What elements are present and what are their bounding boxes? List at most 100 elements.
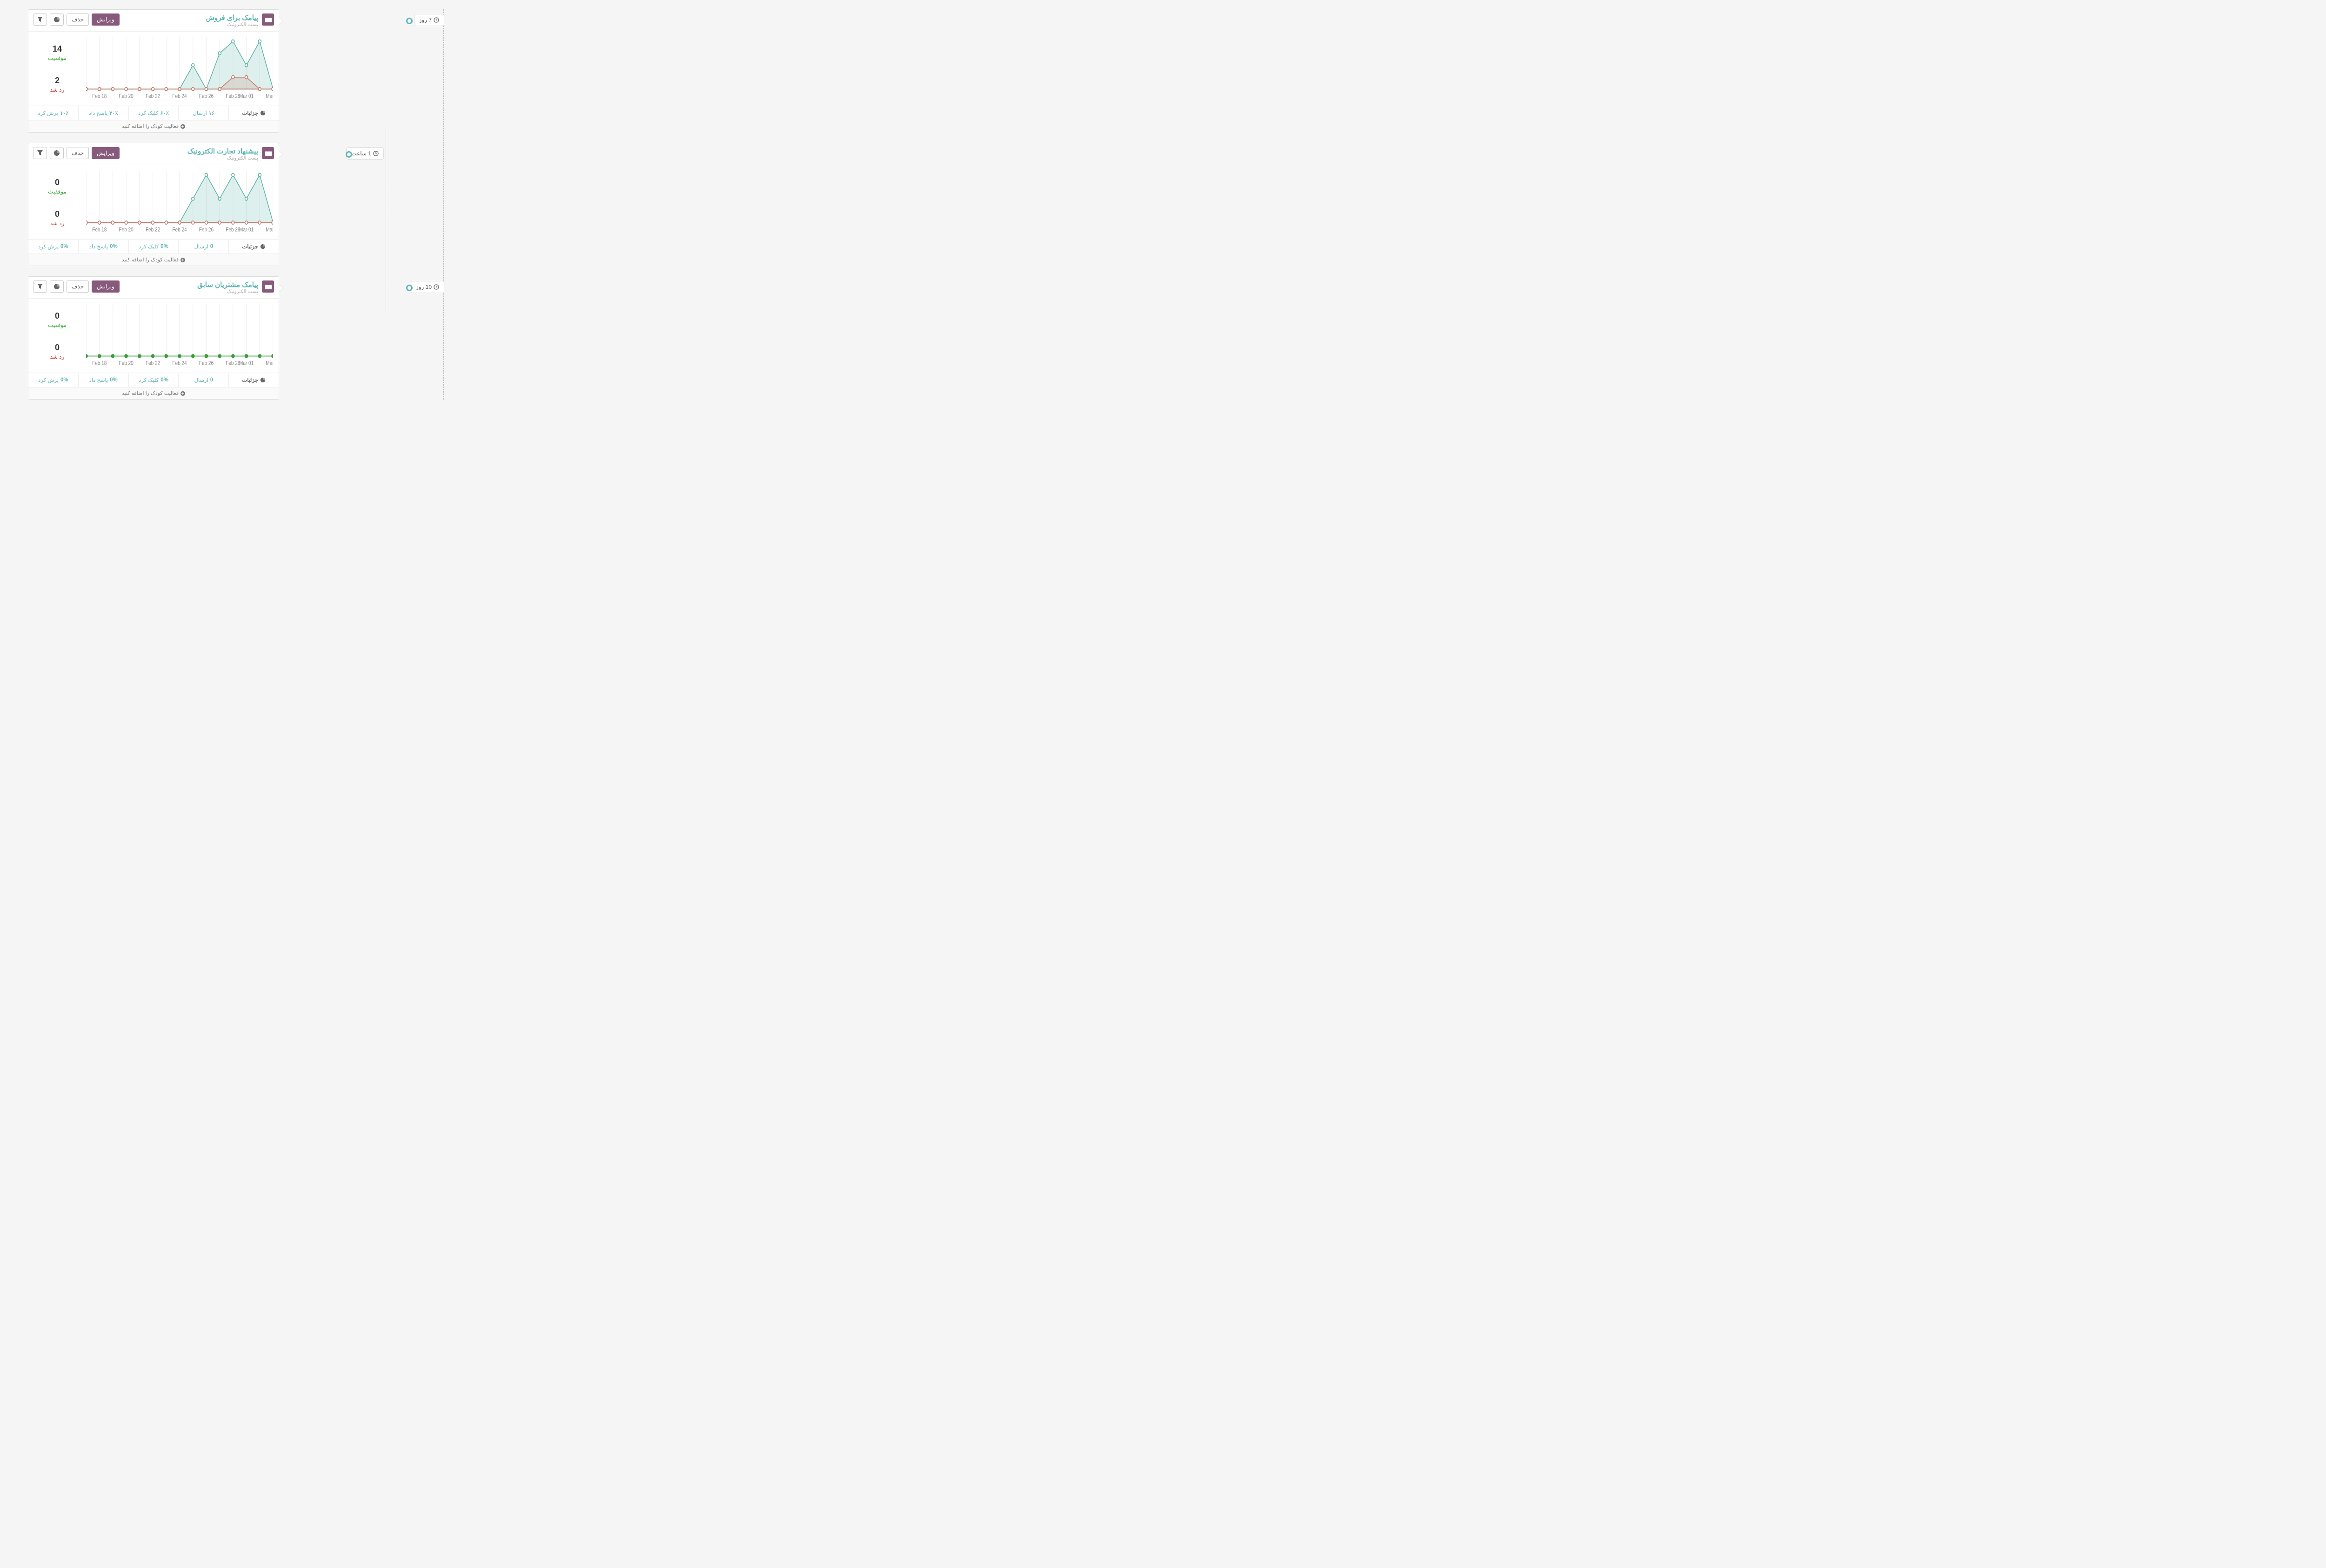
filter-button[interactable] bbox=[33, 147, 47, 159]
card-header: پیامک برای فروشپست الکترونیکویرایشحذف bbox=[28, 10, 279, 32]
bounced-stat[interactable]: 0% پرش کرد bbox=[28, 373, 78, 387]
card-footer-stats: جزئیات0 ارسال0% کلیک کرد0% پاسخ داد0% پر… bbox=[28, 373, 279, 387]
success-count: 0 bbox=[55, 311, 60, 321]
clicked-stat[interactable]: ۶۰٪ کلیک کرد bbox=[128, 106, 179, 120]
replied-stat[interactable]: ۳۰٪ پاسخ داد bbox=[78, 106, 128, 120]
replied-stat[interactable]: 0% پاسخ داد bbox=[78, 240, 128, 254]
success-label: موفقیت bbox=[48, 188, 67, 195]
card-footer-stats: جزئیات0 ارسال0% کلیک کرد0% پاسخ داد0% پر… bbox=[28, 239, 279, 254]
chart: Feb 18Feb 20Feb 22Feb 24Feb 26Feb 28Mar … bbox=[86, 171, 273, 234]
edit-button[interactable]: ویرایش bbox=[92, 13, 120, 26]
svg-text:Mar 01: Mar 01 bbox=[239, 227, 254, 233]
card-header: پیشنهاد تجارت الکترونیکپست الکترونیکویرا… bbox=[28, 143, 279, 165]
svg-text:Feb 22: Feb 22 bbox=[146, 227, 160, 233]
svg-text:Feb 28: Feb 28 bbox=[226, 360, 240, 367]
add-child-activity-button[interactable]: فعالیت کودک را اضافه کنید bbox=[28, 120, 279, 132]
card-subtitle: پست الکترونیک bbox=[197, 289, 258, 294]
timeline-main-line bbox=[443, 9, 444, 400]
delete-button[interactable]: حذف bbox=[67, 13, 89, 26]
pie-chart-button[interactable] bbox=[50, 13, 64, 26]
svg-text:Feb 28: Feb 28 bbox=[226, 227, 240, 233]
svg-text:Mar 03: Mar 03 bbox=[266, 227, 273, 233]
svg-text:Mar 01: Mar 01 bbox=[239, 360, 254, 367]
svg-text:Feb 28: Feb 28 bbox=[226, 93, 240, 100]
time-badge: 10 روز bbox=[411, 281, 444, 293]
svg-text:Feb 18: Feb 18 bbox=[92, 360, 107, 367]
svg-text:Feb 18: Feb 18 bbox=[92, 93, 107, 100]
stats-summary: 0موفقیت0رد شد bbox=[34, 171, 80, 234]
success-label: موفقیت bbox=[48, 55, 67, 61]
rejected-count: 2 bbox=[55, 76, 60, 86]
add-child-activity-button[interactable]: فعالیت کودک را اضافه کنید bbox=[28, 387, 279, 399]
timeline-dot bbox=[346, 151, 352, 158]
success-count: 0 bbox=[55, 178, 60, 187]
delete-button[interactable]: حذف bbox=[67, 280, 89, 293]
sent-stat[interactable]: 0 ارسال bbox=[178, 373, 228, 387]
pie-chart-button[interactable] bbox=[50, 280, 64, 293]
timeline-dot bbox=[406, 285, 413, 291]
clicked-stat[interactable]: 0% کلیک کرد bbox=[128, 240, 179, 254]
svg-text:Feb 26: Feb 26 bbox=[199, 360, 214, 367]
sent-stat[interactable]: 0 ارسال bbox=[178, 240, 228, 254]
rejected-label: رد شد bbox=[50, 354, 65, 360]
svg-text:Mar 03: Mar 03 bbox=[266, 360, 273, 367]
activity-card: پیامک مشتریان سابقپست الکترونیک ویرایشحذف… bbox=[28, 276, 279, 400]
svg-text:Feb 20: Feb 20 bbox=[119, 93, 134, 100]
svg-text:Feb 24: Feb 24 bbox=[172, 93, 187, 100]
timeline-item: 10 روزپیامک مشتریان سابقپست الکترونیکویر… bbox=[28, 276, 409, 400]
success-label: موفقیت bbox=[48, 322, 67, 328]
timeline-dot bbox=[406, 18, 413, 24]
filter-button[interactable] bbox=[33, 280, 47, 293]
edit-button[interactable]: ویرایش bbox=[92, 280, 120, 293]
pie-chart-button[interactable] bbox=[50, 147, 64, 159]
chart: Feb 18Feb 20Feb 22Feb 24Feb 26Feb 28Mar … bbox=[86, 37, 273, 100]
mail-icon bbox=[262, 147, 274, 159]
replied-stat[interactable]: 0% پاسخ داد bbox=[78, 373, 128, 387]
chart: Feb 18Feb 20Feb 22Feb 24Feb 26Feb 28Mar … bbox=[86, 304, 273, 367]
card-title[interactable]: پیامک برای فروش bbox=[206, 13, 258, 22]
details-button[interactable]: جزئیات bbox=[228, 106, 279, 120]
details-button[interactable]: جزئیات bbox=[228, 373, 279, 387]
activity-card: پیامک برای فروشپست الکترونیکویرایشحذف Feb… bbox=[28, 9, 279, 133]
timeline-item: 1 ساعت پیشنهاد تجارت الکترونیکپست الکترون… bbox=[28, 143, 409, 266]
svg-text:Feb 26: Feb 26 bbox=[199, 93, 214, 100]
svg-text:Feb 20: Feb 20 bbox=[119, 360, 134, 367]
timeline-item: 7 روزپیامک برای فروشپست الکترونیکویرایشح… bbox=[28, 9, 409, 133]
rejected-label: رد شد bbox=[50, 87, 65, 93]
svg-text:Feb 22: Feb 22 bbox=[146, 360, 160, 367]
edit-button[interactable]: ویرایش bbox=[92, 147, 120, 159]
filter-button[interactable] bbox=[33, 13, 47, 26]
delete-button[interactable]: حذف bbox=[67, 147, 89, 159]
activity-card: پیشنهاد تجارت الکترونیکپست الکترونیکویرا… bbox=[28, 143, 279, 266]
rejected-count: 0 bbox=[55, 209, 60, 219]
svg-text:Feb 24: Feb 24 bbox=[172, 227, 187, 233]
rejected-count: 0 bbox=[55, 343, 60, 353]
clicked-stat[interactable]: 0% کلیک کرد bbox=[128, 373, 179, 387]
svg-text:Feb 22: Feb 22 bbox=[146, 93, 160, 100]
add-child-activity-button[interactable]: فعالیت کودک را اضافه کنید bbox=[28, 254, 279, 266]
svg-text:Feb 26: Feb 26 bbox=[199, 227, 214, 233]
time-text: 1 ساعت bbox=[351, 150, 371, 157]
time-badge: 7 روز bbox=[414, 14, 444, 26]
stats-summary: 14موفقیت 2رد شد bbox=[34, 37, 80, 100]
success-count: 14 bbox=[53, 44, 62, 54]
svg-text:Feb 20: Feb 20 bbox=[119, 227, 134, 233]
svg-text:Mar 01: Mar 01 bbox=[239, 93, 254, 100]
card-title[interactable]: پیامک مشتریان سابق bbox=[197, 280, 258, 289]
bounced-stat[interactable]: ۱۰٪ پرش کرد bbox=[28, 106, 78, 120]
time-text: 10 روز bbox=[416, 284, 432, 290]
card-footer-stats: جزئیات۱۶ ارسال۶۰٪ کلیک کرد۳۰٪ پاسخ داد۱۰… bbox=[28, 106, 279, 120]
mail-icon bbox=[262, 280, 274, 293]
svg-text:Feb 24: Feb 24 bbox=[172, 360, 187, 367]
mail-icon bbox=[262, 13, 274, 26]
bounced-stat[interactable]: 0% پرش کرد bbox=[28, 240, 78, 254]
time-text: 7 روز bbox=[419, 17, 432, 23]
card-title[interactable]: پیشنهاد تجارت الکترونیک bbox=[187, 147, 258, 155]
stats-summary: 0موفقیت0رد شد bbox=[34, 304, 80, 367]
details-button[interactable]: جزئیات bbox=[228, 240, 279, 254]
card-header: پیامک مشتریان سابقپست الکترونیک ویرایشحذف bbox=[28, 277, 279, 299]
sent-stat[interactable]: ۱۶ ارسال bbox=[178, 106, 228, 120]
svg-text:Feb 18: Feb 18 bbox=[92, 227, 107, 233]
svg-text:Mar 03: Mar 03 bbox=[266, 93, 273, 100]
rejected-label: رد شد bbox=[50, 220, 65, 227]
